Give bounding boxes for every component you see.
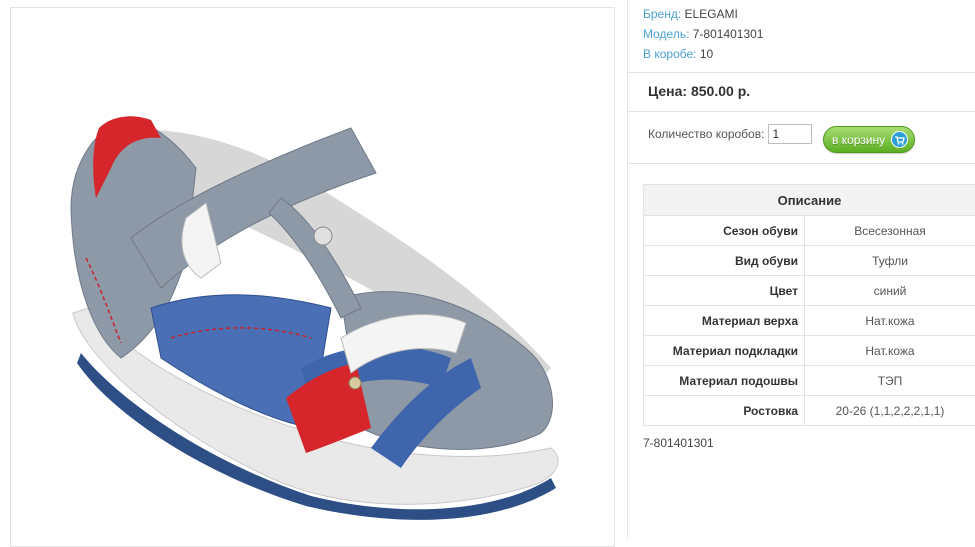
meta-value: ELEGAMI: [685, 7, 738, 21]
column-divider: [627, 0, 628, 539]
table-row: Материал подошвы ТЭП: [644, 366, 975, 396]
spec-key: Сезон обуви: [644, 216, 805, 246]
table-row: Материал верха Нат.кожа: [644, 306, 975, 336]
meta-per-box: В коробе: 10: [643, 44, 763, 64]
spec-key: Материал подкладки: [644, 336, 805, 366]
add-to-cart-button[interactable]: в корзину: [823, 126, 915, 153]
quantity-label: Количество коробов:: [648, 127, 764, 141]
quantity-row: Количество коробов:: [648, 124, 812, 144]
add-to-cart-label: в корзину: [832, 133, 885, 147]
separator: [628, 72, 975, 73]
spec-key: Цвет: [644, 276, 805, 306]
description-table: Описание Сезон обуви Всесезонная Вид обу…: [643, 184, 975, 426]
table-row: Ростовка 20-26 (1,1,2,2,2,1,1): [644, 396, 975, 426]
spec-key: Ростовка: [644, 396, 805, 426]
meta-brand: Бренд: ELEGAMI: [643, 4, 763, 24]
table-row: Цвет синий: [644, 276, 975, 306]
sku-footer: 7-801401301: [643, 436, 714, 450]
product-image-frame[interactable]: [10, 7, 615, 547]
table-row: Вид обуви Туфли: [644, 246, 975, 276]
meta-model: Модель: 7-801401301: [643, 24, 763, 44]
spec-key: Материал верха: [644, 306, 805, 336]
spec-value: синий: [805, 276, 975, 306]
spec-value: Нат.кожа: [805, 306, 975, 336]
meta-value: 10: [700, 47, 713, 61]
spec-value: Всесезонная: [805, 216, 975, 246]
meta-label: В коробе:: [643, 47, 697, 61]
spec-value: ТЭП: [805, 366, 975, 396]
product-meta: Бренд: ELEGAMI Модель: 7-801401301 В кор…: [643, 4, 763, 64]
spec-key: Материал подошвы: [644, 366, 805, 396]
spec-value: Туфли: [805, 246, 975, 276]
separator: [628, 163, 975, 164]
product-photo-sandal: [11, 8, 616, 540]
table-row: Материал подкладки Нат.кожа: [644, 336, 975, 366]
separator: [628, 111, 975, 112]
price-label: Цена: 850.00 р.: [648, 83, 750, 99]
meta-value: 7-801401301: [693, 27, 764, 41]
description-title: Описание: [644, 185, 975, 216]
meta-label: Бренд:: [643, 7, 681, 21]
table-row: Сезон обуви Всесезонная: [644, 216, 975, 246]
quantity-input[interactable]: [768, 124, 812, 144]
spec-value: 20-26 (1,1,2,2,2,1,1): [805, 396, 975, 426]
spec-key: Вид обуви: [644, 246, 805, 276]
cart-icon: [891, 131, 908, 148]
spec-value: Нат.кожа: [805, 336, 975, 366]
meta-label: Модель:: [643, 27, 689, 41]
